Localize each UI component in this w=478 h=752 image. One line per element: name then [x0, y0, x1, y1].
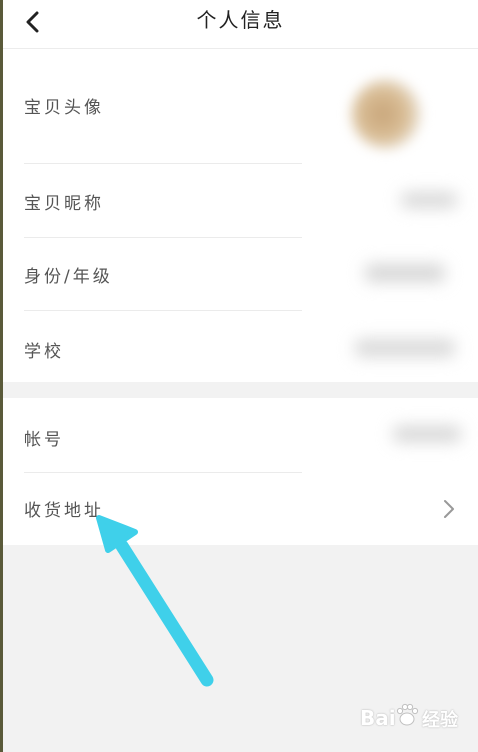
watermark-brand: Bai — [360, 706, 396, 730]
account-value-blurred — [393, 426, 461, 442]
chevron-right-icon — [444, 500, 454, 518]
nickname-value-blurred — [401, 192, 457, 208]
school-row[interactable]: 学校 — [3, 311, 478, 382]
avatar-label: 宝贝头像 — [24, 98, 104, 118]
profile-page: 个人信息 宝贝头像 宝贝昵称 身份/年级 学校 帐号 收货地址 Bai 经验 — [0, 0, 478, 752]
account-group: 帐号 收货地址 — [3, 398, 478, 545]
school-label: 学校 — [24, 342, 64, 362]
avatar[interactable] — [351, 79, 421, 149]
avatar-row[interactable]: 宝贝头像 — [3, 49, 478, 163]
baidu-paw-icon — [396, 703, 419, 726]
account-label: 帐号 — [24, 430, 64, 450]
profile-group: 宝贝头像 宝贝昵称 身份/年级 学校 — [3, 49, 478, 382]
identity-label: 身份/年级 — [24, 267, 113, 287]
identity-value-blurred — [365, 264, 445, 282]
school-value-blurred — [355, 339, 455, 357]
nav-bar: 个人信息 — [3, 0, 478, 49]
account-row[interactable]: 帐号 — [3, 398, 478, 472]
address-row[interactable]: 收货地址 — [3, 473, 478, 545]
identity-row[interactable]: 身份/年级 — [3, 238, 478, 310]
nickname-row[interactable]: 宝贝昵称 — [3, 164, 478, 236]
address-label: 收货地址 — [24, 501, 104, 521]
page-title: 个人信息 — [196, 8, 285, 32]
nickname-label: 宝贝昵称 — [24, 194, 104, 214]
baidu-watermark: Bai 经验 — [360, 700, 470, 740]
watermark-suffix: 经验 — [422, 710, 458, 731]
